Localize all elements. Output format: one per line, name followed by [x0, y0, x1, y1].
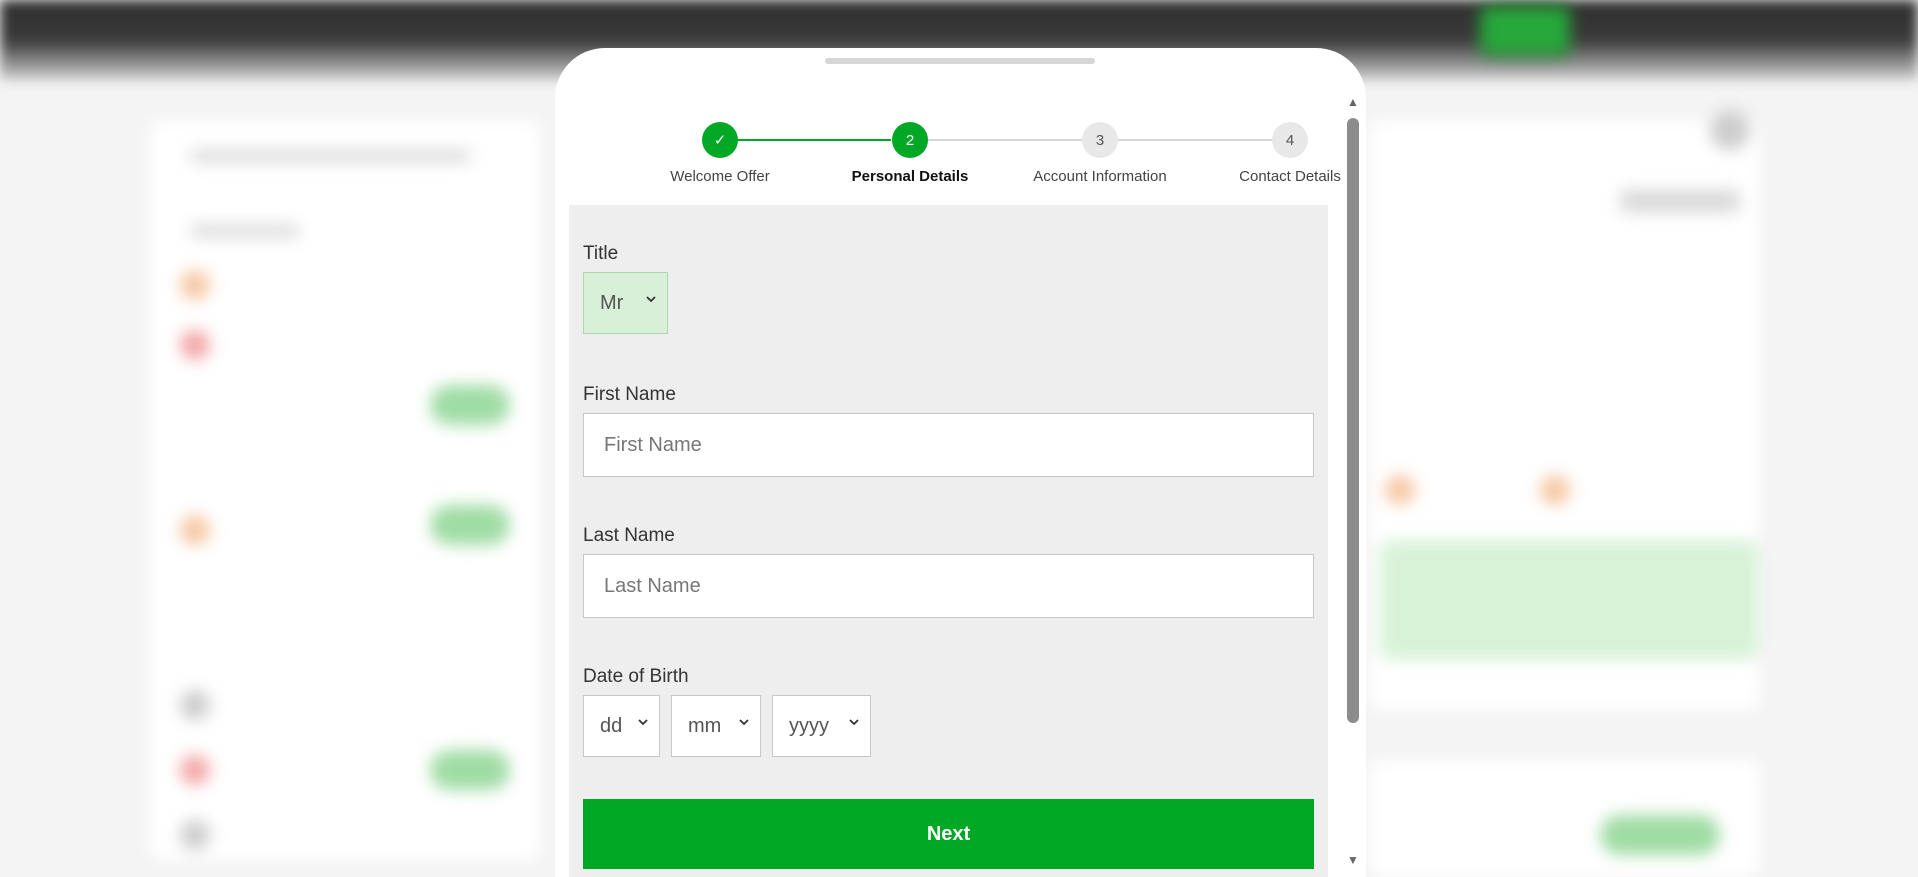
- drag-handle[interactable]: [825, 58, 1095, 64]
- background-line: [190, 150, 470, 162]
- date-of-birth-label: Date of Birth: [583, 666, 689, 687]
- background-pill: [430, 505, 510, 545]
- scroll-down-arrow-icon[interactable]: ▼: [1345, 854, 1361, 866]
- background-dot: [180, 515, 210, 545]
- step-personal-details: 2 Personal Details: [835, 120, 985, 185]
- last-name-label: Last Name: [583, 525, 675, 546]
- scroll-up-arrow-icon[interactable]: ▲: [1345, 96, 1361, 108]
- registration-modal: ▲ ▼ ✓ Welcome Offer 2 Personal Details 3…: [555, 48, 1366, 877]
- step-label: Personal Details: [851, 168, 969, 185]
- dob-month-select[interactable]: mm: [671, 695, 761, 757]
- background-pill: [430, 385, 510, 425]
- background-pill: [430, 750, 510, 790]
- title-label: Title: [583, 243, 619, 264]
- background-dot: [180, 690, 210, 720]
- step-1-check: ✓: [713, 132, 727, 149]
- step-label: Contact Details: [1239, 168, 1341, 185]
- chevron-down-icon: [638, 719, 648, 726]
- background-line: [190, 225, 300, 237]
- background-pill: [1600, 815, 1720, 855]
- chevron-down-icon: [849, 719, 859, 726]
- dob-year-select[interactable]: yyyy: [772, 695, 871, 757]
- step-number-badge: 4: [1272, 122, 1308, 158]
- personal-details-form: Title Mr First Name Last Name Date of Bi…: [569, 205, 1328, 877]
- step-number: 3: [1095, 131, 1105, 149]
- step-number-badge: 2: [892, 122, 928, 158]
- progress-stepper: ✓ Welcome Offer 2 Personal Details 3 Acc…: [610, 120, 1341, 200]
- last-name-input[interactable]: [583, 554, 1314, 618]
- step-welcome-offer: ✓ Welcome Offer: [645, 120, 795, 185]
- background-dot: [180, 270, 210, 300]
- step-number: 2: [905, 131, 915, 149]
- background-dot: [1710, 110, 1750, 150]
- background-dot: [180, 820, 210, 850]
- background-dot: [180, 330, 210, 360]
- background-dot: [1540, 475, 1570, 505]
- chevron-down-icon: [739, 719, 749, 726]
- step-contact-details: 4 Contact Details: [1215, 120, 1365, 185]
- first-name-input[interactable]: [583, 413, 1314, 477]
- background-dot: [180, 755, 210, 785]
- background-dot: [1385, 475, 1415, 505]
- step-label: Account Information: [1033, 168, 1167, 185]
- step-number-badge: 3: [1082, 122, 1118, 158]
- modal-scrollbar[interactable]: ▲ ▼: [1345, 96, 1361, 866]
- chevron-down-icon: [646, 296, 656, 303]
- step-account-information: 3 Account Information: [1025, 120, 1175, 185]
- dob-year-value: yyyy: [789, 714, 829, 737]
- scroll-thumb[interactable]: [1347, 118, 1359, 723]
- checkmark-icon: ✓: [702, 122, 738, 158]
- title-select[interactable]: Mr: [583, 272, 668, 334]
- step-number: 4: [1285, 131, 1295, 149]
- dob-day-value: dd: [600, 714, 623, 737]
- next-button[interactable]: Next: [583, 799, 1314, 869]
- title-select-value: Mr: [600, 291, 624, 314]
- background-strip: [1380, 540, 1760, 660]
- dob-day-select[interactable]: dd: [583, 695, 660, 757]
- first-name-label: First Name: [583, 384, 676, 405]
- step-label: Welcome Offer: [670, 168, 770, 185]
- dob-month-value: mm: [688, 714, 722, 737]
- background-header-button: [1480, 6, 1570, 56]
- background-line: [1620, 190, 1740, 212]
